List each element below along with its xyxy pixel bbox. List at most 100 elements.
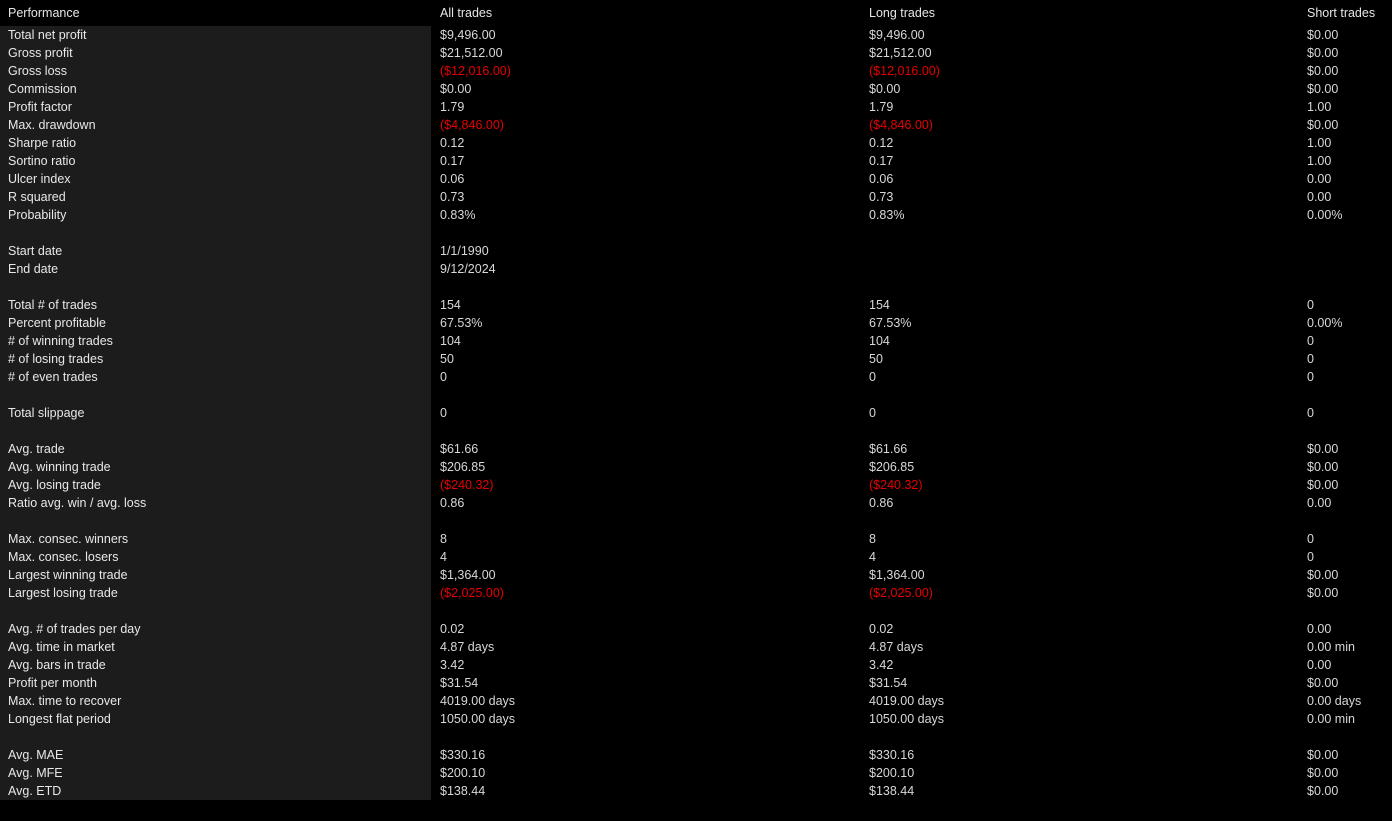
table-row[interactable]: Largest winning trade $1,364.00 $1,364.00 $… — [0, 566, 1392, 584]
table-row[interactable]: Percent profitable 67.53% 67.53% 0.00% — [0, 314, 1392, 332]
table-row[interactable]: Largest losing trade ($2,025.00) ($2,025.0… — [0, 584, 1392, 602]
table-row[interactable]: Avg. MFE $200.10 $200.10 $0.00 — [0, 764, 1392, 782]
table-row[interactable]: Longest flat period 1050.00 days 1050.00 d… — [0, 710, 1392, 728]
table-row[interactable]: Gross profit $21,512.00 $21,512.00 $0.00 — [0, 44, 1392, 62]
value-long-trades — [869, 242, 1289, 260]
table-row[interactable]: # of winning trades 104 104 0 — [0, 332, 1392, 350]
table-row[interactable]: Avg. # of trades per day 0.02 0.02 0.00 — [0, 620, 1392, 638]
table-row[interactable]: Avg. trade $61.66 $61.66 $0.00 — [0, 440, 1392, 458]
table-row[interactable]: Profit per month $31.54 $31.54 $0.00 — [0, 674, 1392, 692]
value-all-trades: $9,496.00 — [440, 28, 496, 42]
table-row[interactable]: R squared 0.73 0.73 0.00 — [0, 188, 1392, 206]
table-row[interactable]: Avg. ETD $138.44 $138.44 $0.00 — [0, 782, 1392, 800]
value-short-trades: $0.00 — [1307, 784, 1339, 798]
value-long-trades: ($240.32) — [869, 478, 923, 492]
table-row[interactable]: Ratio avg. win / avg. loss 0.86 0.86 0.00 — [0, 494, 1392, 512]
value-all-trades: ($240.32) — [440, 478, 494, 492]
value-all-trades: 0 — [440, 406, 447, 420]
value-long-trades: 0.83% — [869, 208, 905, 222]
table-body: Total net profit $9,496.00 $9,496.00 $0.00 G… — [0, 26, 1392, 800]
metric-name: # of even trades — [8, 370, 98, 384]
metric-name: Total slippage — [8, 406, 85, 420]
value-long-trades: 67.53% — [869, 316, 912, 330]
table-row[interactable]: # of even trades 0 0 0 — [0, 368, 1392, 386]
table-row[interactable]: # of losing trades 50 50 0 — [0, 350, 1392, 368]
value-long-trades — [869, 260, 1289, 278]
value-short-trades: 0.00 min — [1307, 712, 1355, 726]
table-row[interactable]: Avg. time in market 4.87 days 4.87 days 0.0… — [0, 638, 1392, 656]
table-row[interactable]: Max. consec. losers 4 4 0 — [0, 548, 1392, 566]
table-row[interactable]: Total # of trades 154 154 0 — [0, 296, 1392, 314]
table-row[interactable]: Max. time to recover 4019.00 days 4019.00 … — [0, 692, 1392, 710]
table-row[interactable]: Avg. bars in trade 3.42 3.42 0.00 — [0, 656, 1392, 674]
table-row[interactable]: Sharpe ratio 0.12 0.12 1.00 — [0, 134, 1392, 152]
metric-name: Avg. time in market — [8, 640, 115, 654]
metric-name: Avg. losing trade — [8, 478, 101, 492]
table-row[interactable]: Start date 1/1/1990 — [0, 242, 1392, 260]
metric-name: Gross profit — [8, 46, 73, 60]
value-all-trades: $200.10 — [440, 766, 486, 780]
value-all-trades: ($2,025.00) — [440, 586, 504, 600]
value-long-trades: 4 — [869, 550, 876, 564]
column-header-performance[interactable]: Performance — [8, 0, 423, 26]
value-long-trades: ($4,846.00) — [869, 118, 933, 132]
value-all-trades: $330.16 — [440, 748, 486, 762]
value-short-trades: $0.00 — [1307, 676, 1339, 690]
metric-name: Profit per month — [8, 676, 97, 690]
value-long-trades: 0.12 — [869, 136, 894, 150]
value-all-trades: $21,512.00 — [440, 46, 503, 60]
metric-name: Profit factor — [8, 100, 72, 114]
value-long-trades: $31.54 — [869, 676, 908, 690]
table-row[interactable]: Sortino ratio 0.17 0.17 1.00 — [0, 152, 1392, 170]
table-row[interactable]: Profit factor 1.79 1.79 1.00 — [0, 98, 1392, 116]
value-short-trades: 1.00 — [1307, 136, 1332, 150]
performance-table: Performance All trades Long trades Short… — [0, 0, 1392, 800]
value-long-trades: 0.02 — [869, 622, 894, 636]
metric-name: Largest losing trade — [8, 586, 118, 600]
value-short-trades: 0 — [1307, 550, 1314, 564]
table-row[interactable]: Probability 0.83% 0.83% 0.00% — [0, 206, 1392, 224]
value-long-trades: 104 — [869, 334, 890, 348]
metric-name: Total net profit — [8, 28, 87, 42]
value-short-trades — [1307, 242, 1392, 260]
table-row[interactable]: Total net profit $9,496.00 $9,496.00 $0.00 — [0, 26, 1392, 44]
value-all-trades: $0.00 — [440, 82, 472, 96]
table-row[interactable]: End date 9/12/2024 — [0, 260, 1392, 278]
metric-name: # of winning trades — [8, 334, 113, 348]
value-long-trades: $21,512.00 — [869, 46, 932, 60]
value-all-trades: 0.02 — [440, 622, 465, 636]
metric-name: Largest winning trade — [8, 568, 128, 582]
value-long-trades: 154 — [869, 298, 890, 312]
table-row[interactable]: Max. consec. winners 8 8 0 — [0, 530, 1392, 548]
table-row[interactable]: Ulcer index 0.06 0.06 0.00 — [0, 170, 1392, 188]
value-all-trades: $61.66 — [440, 442, 479, 456]
column-header-short-trades[interactable]: Short trades — [1307, 0, 1392, 26]
metric-name: Avg. # of trades per day — [8, 622, 141, 636]
table-row[interactable]: Gross loss ($12,016.00) ($12,016.00) $0.00 — [0, 62, 1392, 80]
metric-name: # of losing trades — [8, 352, 104, 366]
table-row[interactable]: Commission $0.00 $0.00 $0.00 — [0, 80, 1392, 98]
value-all-trades: 4 — [440, 550, 447, 564]
table-row[interactable]: Total slippage 0 0 0 — [0, 404, 1392, 422]
value-long-trades: $1,364.00 — [869, 568, 925, 582]
value-short-trades: 1.00 — [1307, 100, 1332, 114]
value-short-trades: $0.00 — [1307, 748, 1339, 762]
table-row[interactable]: Avg. MAE $330.16 $330.16 $0.00 — [0, 746, 1392, 764]
metric-name: Ratio avg. win / avg. loss — [8, 496, 147, 510]
value-short-trades: $0.00 — [1307, 766, 1339, 780]
table-row[interactable]: Avg. winning trade $206.85 $206.85 $0.00 — [0, 458, 1392, 476]
value-all-trades: 154 — [440, 298, 461, 312]
value-short-trades: 0 — [1307, 334, 1314, 348]
value-all-trades: 9/12/2024 — [440, 262, 496, 276]
table-row[interactable]: Avg. losing trade ($240.32) ($240.32) $0.00 — [0, 476, 1392, 494]
column-header-all-trades[interactable]: All trades — [440, 0, 860, 26]
metric-name: R squared — [8, 190, 66, 204]
value-short-trades: $0.00 — [1307, 118, 1339, 132]
table-row[interactable]: Max. drawdown ($4,846.00) ($4,846.00) $0.00 — [0, 116, 1392, 134]
value-short-trades — [1307, 260, 1392, 278]
column-header-long-trades[interactable]: Long trades — [869, 0, 1289, 26]
metric-name: Avg. ETD — [8, 784, 62, 798]
